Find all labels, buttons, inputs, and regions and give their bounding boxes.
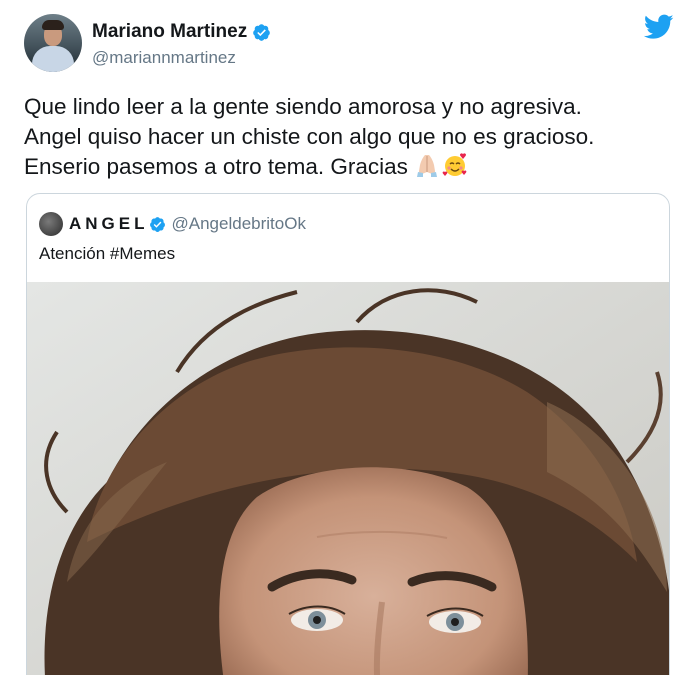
author-avatar[interactable] [24,14,82,72]
author-handle[interactable]: @mariannmartinez [92,48,236,68]
author-name-row[interactable]: Mariano Martinez [92,20,271,44]
tweet-card: Mariano Martinez @mariannmartinez Que li… [0,0,695,675]
selfie-photo-illustration [27,282,669,675]
quoted-author-avatar[interactable] [39,212,63,236]
quoted-tweet[interactable]: ANGEL @AngeldebritoOk Atención #Memes [26,193,670,675]
quoted-tweet-header: ANGEL @AngeldebritoOk [39,212,306,236]
tweet-header: Mariano Martinez @mariannmartinez [24,14,674,74]
tweet-emojis [414,152,468,178]
author-display-name[interactable]: Mariano Martinez [92,21,247,43]
tweet-text: Que lindo leer a la gente siendo amorosa… [24,94,595,179]
quoted-author-display-name[interactable]: ANGEL [69,214,149,234]
smiling-face-with-hearts-emoji-icon [442,153,467,176]
tweet-body: Que lindo leer a la gente siendo amorosa… [24,92,669,182]
quoted-tweet-text: Atención #Memes [39,244,176,263]
verified-badge-icon [149,216,165,232]
twitter-bird-icon[interactable] [644,14,674,40]
folded-hands-emoji-icon [417,155,438,177]
verified-badge-icon [253,23,271,41]
quoted-tweet-photo[interactable] [27,282,669,675]
quoted-author-handle[interactable]: @AngeldebritoOk [172,214,306,234]
